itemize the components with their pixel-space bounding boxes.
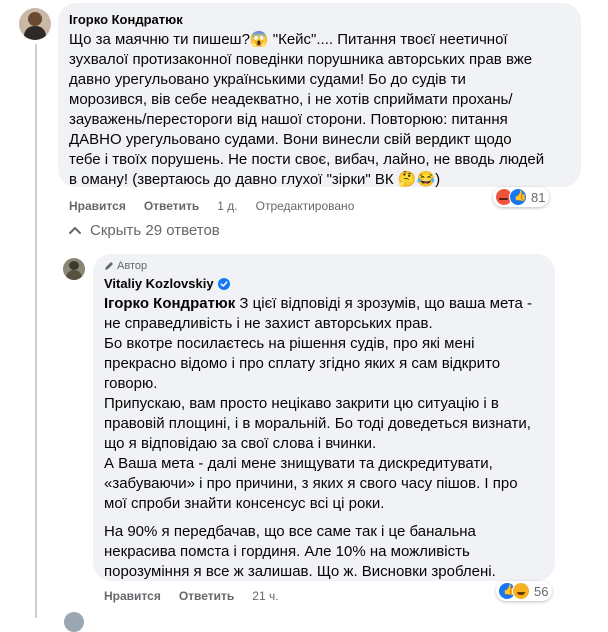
like-reaction-icon: 👍 (509, 188, 527, 206)
comment-bubble-2: Автор Vitaliy Kozlovskiy Ігорко Кондратю… (93, 254, 555, 581)
like-button[interactable]: Нравится (104, 589, 161, 603)
thread-branch (35, 220, 59, 222)
comment-line: в оману! (звертаюсь до давно глухої "зір… (69, 171, 441, 188)
comment-line: тебе і твоїх порушень. Не пости своє, ви… (69, 151, 545, 168)
comment-actions-1: Нравится Ответить 1 д. Отредактировано (69, 199, 372, 213)
mention-link[interactable]: Ігорко Кондратюк (104, 295, 235, 312)
comment-line: зухвалої протизаконної поведінки порушни… (69, 51, 533, 68)
comment-line: порозуміння я все ж залишав. Що ж. Висно… (104, 563, 496, 580)
comment-line: прекрасно відомо і про сплату згідно яки… (104, 355, 501, 372)
comment-line: мої спроби знайти консенсус всі ці роки. (104, 495, 385, 512)
comment-line: давно урегульовано українськими судами! … (69, 71, 466, 88)
comment-line: Ігорко Кондратюк З цієї відповіді я зроз… (104, 294, 532, 314)
avatar-igorko[interactable] (19, 8, 51, 40)
comment-author[interactable]: Ігорко Кондратюк (69, 12, 183, 27)
comment-line: А Ваша мета - далі мене знищувати та дис… (104, 455, 493, 472)
reactions-summary-2[interactable]: 👍 56 (496, 581, 553, 601)
comment-line: морозився, вів себе неадекватно, і не хо… (69, 91, 513, 108)
comment-line: ДАВНО урегульовано судами. Вони винесли … (69, 131, 512, 148)
haha-reaction-icon (512, 582, 530, 600)
hide-replies-label: Скрыть 29 ответов (90, 222, 220, 239)
pen-icon (105, 262, 113, 270)
author-badge: Автор (104, 260, 147, 272)
edited-label: Отредактировано (255, 199, 355, 213)
comment-line: Бо вкотре посилаєтесь на рішення судів, … (104, 335, 475, 352)
comment-time[interactable]: 21 ч. (252, 589, 278, 603)
avatar-next-reply[interactable] (64, 612, 84, 632)
comment-text: Що за маячню ти пишеш?😱 "Кейс".... Питан… (69, 30, 544, 190)
comment-author[interactable]: Vitaliy Kozlovskiy (104, 276, 214, 291)
avatar-vitaliy[interactable] (63, 258, 85, 280)
verified-badge-icon (217, 277, 230, 290)
like-button[interactable]: Нравится (69, 199, 126, 213)
comment-text: Ігорко Кондратюк З цієї відповіді я зроз… (104, 294, 532, 582)
comment-line: не справедливість і не захист авторських… (104, 315, 433, 332)
comment-line-rest: З цієї відповіді я зрозумів, що ваша мет… (235, 295, 533, 312)
chevron-up-icon (69, 226, 81, 234)
comment-author-row: Vitaliy Kozlovskiy (104, 276, 230, 291)
comment-line: «забуваючи» і про причини, з яких я свог… (104, 475, 518, 492)
comment-line: правовій площині, і в моральній. Бо тоді… (104, 415, 531, 432)
comment-time[interactable]: 1 д. (217, 199, 237, 213)
comment-line: говорю. (104, 375, 158, 392)
comment-line: На 90% я передбачав, що все саме так і ц… (104, 523, 476, 540)
comment-line: некрасива помста і гординя. Але 10% на м… (104, 543, 470, 560)
hide-replies-button[interactable]: Скрыть 29 ответов (68, 222, 220, 239)
reply-button[interactable]: Ответить (179, 589, 234, 603)
comment-line: Припускаю, вам просто нецікаво закрити ц… (104, 395, 499, 412)
reactions-summary-1[interactable]: 👍 81 (493, 187, 550, 207)
comment-actions-2: Нравится Ответить 21 ч. (104, 589, 297, 603)
comment-line: що я відповідаю за свої слова і вчинки. (104, 435, 377, 452)
reaction-count: 56 (534, 583, 549, 599)
comment-line: зауважень/перестороги від нашої сторони.… (69, 111, 508, 128)
reaction-count: 81 (531, 189, 546, 205)
comment-line: Що за маячню ти пишеш?😱 "Кейс".... Питан… (69, 31, 508, 48)
author-badge-label: Автор (117, 260, 148, 272)
comment-bubble-1: Ігорко Кондратюк Що за маячню ти пишеш?😱… (58, 3, 581, 190)
reply-button[interactable]: Ответить (144, 199, 199, 213)
thread-line (35, 44, 37, 618)
